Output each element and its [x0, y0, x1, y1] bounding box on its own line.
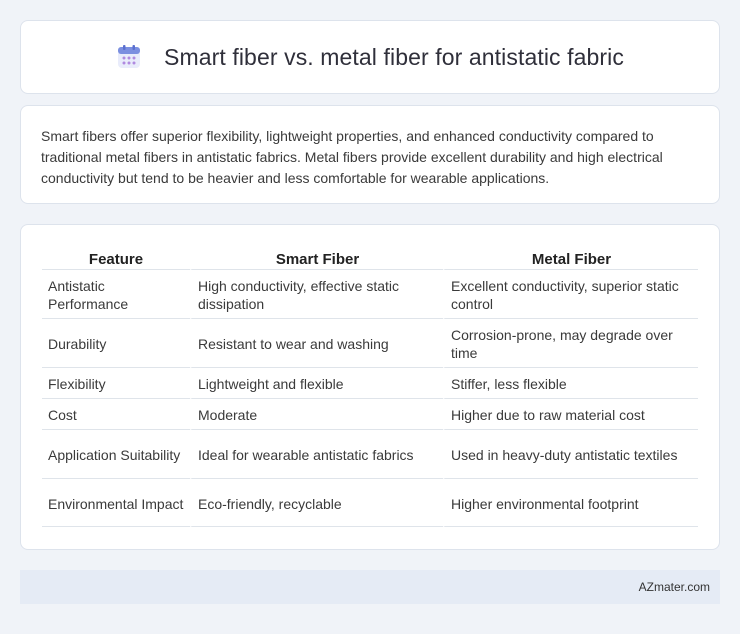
page-title: Smart fiber vs. metal fiber for antistat…	[164, 43, 624, 70]
smart-fiber-cell: High conductivity, effective static diss…	[190, 269, 443, 318]
column-header-smart-fiber: Smart Fiber	[190, 245, 443, 269]
feature-cell: Cost	[42, 398, 190, 429]
metal-fiber-cell: Higher environmental footprint	[443, 478, 698, 527]
footer-bar: AZmater.com	[20, 570, 720, 604]
smart-fiber-cell: Eco-friendly, recyclable	[190, 478, 443, 527]
column-header-feature: Feature	[88, 251, 144, 268]
title-card: Smart fiber vs. metal fiber for antistat…	[20, 20, 720, 94]
feature-cell: Environmental Impact	[42, 478, 190, 527]
footer-brand: AZmater.com	[638, 580, 710, 594]
smart-fiber-cell: Ideal for wearable antistatic fabrics	[190, 429, 443, 478]
metal-fiber-cell: Excellent conductivity, superior static …	[443, 269, 698, 318]
smart-fiber-cell: Moderate	[190, 398, 443, 429]
metal-fiber-cell: Corrosion-prone, may degrade over time	[443, 318, 698, 367]
calendar-icon	[116, 44, 142, 70]
smart-fiber-cell: Lightweight and flexible	[190, 367, 443, 398]
table-row: Application Suitability Ideal for wearab…	[42, 429, 698, 478]
table-row: Antistatic Performance High conductivity…	[42, 269, 698, 318]
metal-fiber-cell: Used in heavy-duty antistatic textiles	[443, 429, 698, 478]
smart-fiber-cell: Resistant to wear and washing	[190, 318, 443, 367]
table-row: Flexibility Lightweight and flexible Sti…	[42, 367, 698, 398]
description-text: Smart fibers offer superior flexibility,…	[41, 128, 663, 186]
metal-fiber-cell: Stiffer, less flexible	[443, 367, 698, 398]
table-row: Environmental Impact Eco-friendly, recyc…	[42, 478, 698, 527]
description-card: Smart fibers offer superior flexibility,…	[20, 105, 720, 204]
feature-cell: Application Suitability	[42, 429, 190, 478]
feature-cell: Durability	[42, 318, 190, 367]
feature-cell: Antistatic Performance	[42, 269, 190, 318]
column-header-metal-fiber: Metal Fiber	[443, 245, 698, 269]
table-header-row: Feature Smart Fiber Metal Fiber	[42, 245, 698, 269]
comparison-table: Feature Smart Fiber Metal Fiber Antistat…	[42, 245, 698, 527]
table-row: Durability Resistant to wear and washing…	[42, 318, 698, 367]
comparison-card: Feature Smart Fiber Metal Fiber Antistat…	[20, 224, 720, 550]
metal-fiber-cell: Higher due to raw material cost	[443, 398, 698, 429]
feature-cell: Flexibility	[42, 367, 190, 398]
table-row: Cost Moderate Higher due to raw material…	[42, 398, 698, 429]
